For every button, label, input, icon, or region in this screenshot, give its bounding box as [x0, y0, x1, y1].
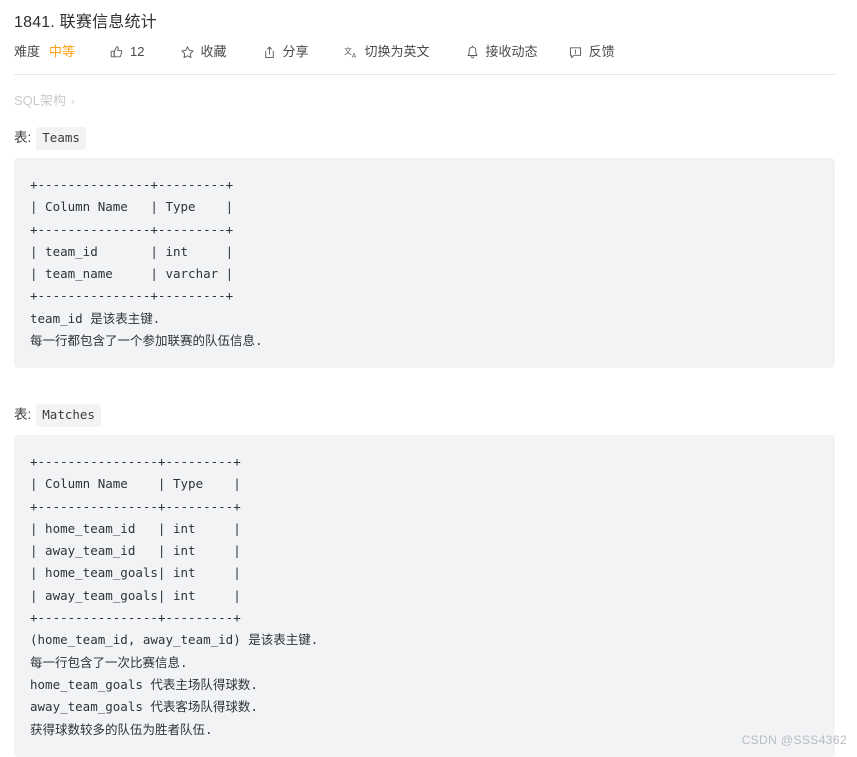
feedback-label: 反馈 — [588, 44, 615, 59]
star-icon — [180, 45, 195, 60]
bell-icon — [465, 45, 480, 60]
feedback-icon — [568, 45, 583, 60]
share-label: 分享 — [282, 44, 309, 59]
difficulty-group: 难度 中等 — [14, 42, 75, 62]
favorite-label: 收藏 — [200, 44, 227, 59]
subscribe-label: 接收动态 — [485, 44, 538, 59]
feedback-button[interactable]: 反馈 — [568, 42, 615, 62]
share-icon — [262, 45, 277, 60]
breadcrumb[interactable]: SQL架构 › — [14, 92, 75, 111]
table-name-teams: Teams — [36, 127, 86, 150]
table-label-teams: 表: Teams — [14, 127, 86, 150]
schema-code-teams: +---------------+---------+ | Column Nam… — [30, 177, 263, 349]
difficulty-badge: 中等 — [49, 44, 76, 59]
like-button[interactable]: 12 — [109, 42, 145, 62]
translate-button[interactable]: 文 A 切换为英文 — [344, 42, 430, 62]
subscribe-button[interactable]: 接收动态 — [465, 42, 538, 62]
favorite-button[interactable]: 收藏 — [180, 42, 227, 62]
page-title: 1841. 联赛信息统计 — [14, 14, 157, 31]
table-label-matches: 表: Matches — [14, 404, 101, 427]
like-count: 12 — [130, 44, 145, 59]
translate-icon: 文 A — [344, 45, 359, 60]
schema-code-matches: +----------------+---------+ | Column Na… — [30, 454, 319, 737]
header-divider — [14, 74, 836, 75]
problem-page: 1841. 联赛信息统计 难度 中等 12 收藏 分享 文 A 切换为英文 接收… — [0, 0, 857, 757]
watermark: CSDN @SSS4362 — [741, 733, 847, 747]
breadcrumb-item-sql-schema[interactable]: SQL架构 — [14, 93, 66, 108]
share-button[interactable]: 分享 — [262, 42, 309, 62]
problem-toolbar: 难度 中等 12 收藏 分享 文 A 切换为英文 接收动态 反馈 — [14, 42, 615, 62]
thumbs-up-icon — [109, 45, 124, 60]
difficulty-label: 难度 — [14, 44, 41, 59]
table-prefix: 表: — [14, 407, 32, 422]
svg-text:A: A — [351, 52, 356, 59]
chevron-right-icon: › — [71, 96, 75, 108]
schema-code-block-teams: +---------------+---------+ | Column Nam… — [14, 158, 835, 369]
table-name-matches: Matches — [36, 404, 101, 427]
schema-code-block-matches: +----------------+---------+ | Column Na… — [14, 435, 835, 757]
translate-label: 切换为英文 — [364, 44, 430, 59]
table-prefix: 表: — [14, 130, 32, 145]
